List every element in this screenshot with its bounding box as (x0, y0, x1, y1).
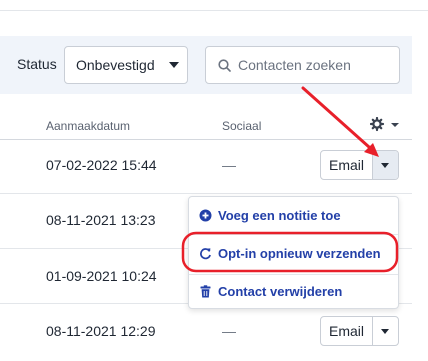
search-input[interactable] (238, 48, 393, 82)
menu-item-label: Voeg een notitie toe (218, 208, 341, 223)
row-1-date: 07-02-2022 15:44 (46, 157, 157, 173)
chevron-down-icon (169, 62, 179, 68)
menu-item-label: Opt-in opnieuw verzenden (218, 246, 381, 261)
refresh-icon (200, 248, 211, 260)
column-header-created[interactable]: Aanmaakdatum (46, 119, 130, 133)
status-select[interactable]: Onbevestigd (64, 46, 188, 84)
menu-divider (189, 274, 398, 275)
gear-icon (369, 116, 399, 132)
column-settings-button[interactable] (369, 116, 402, 133)
trash-icon (200, 285, 211, 298)
menu-divider (189, 234, 398, 235)
row-4-email-split-button: Email (320, 316, 399, 346)
menu-item-add-note[interactable]: Voeg een notitie toe (189, 202, 398, 230)
caret-down-icon (381, 329, 389, 334)
header-divider (0, 139, 412, 140)
row-3-date: 01-09-2021 10:24 (46, 268, 157, 284)
plus-circle-icon (199, 209, 212, 222)
search-box[interactable] (205, 46, 400, 84)
column-header-social[interactable]: Sociaal (222, 119, 261, 133)
status-select-value: Onbevestigd (76, 57, 155, 73)
menu-item-resend-optin[interactable]: Opt-in opnieuw verzenden (189, 240, 398, 268)
row-4-email-button[interactable]: Email (321, 317, 373, 345)
row-actions-menu: Voeg een notitie toe Opt-in opnieuw verz… (188, 196, 399, 309)
menu-item-delete-contact[interactable]: Contact verwijderen (189, 278, 398, 306)
search-icon (218, 59, 231, 72)
caret-down-icon (381, 163, 389, 168)
menu-item-label: Contact verwijderen (218, 284, 343, 299)
row-4-date: 08-11-2021 12:29 (46, 323, 156, 339)
row-4-actions-toggle[interactable] (373, 317, 398, 345)
row-2-date: 08-11-2021 13:23 (46, 212, 156, 228)
row-1-email-button[interactable]: Email (321, 151, 373, 179)
row-1-actions-toggle[interactable] (373, 151, 398, 179)
top-divider (0, 0, 428, 11)
row-1-social: — (222, 157, 236, 173)
row-4-social: — (222, 323, 236, 339)
status-label: Status (17, 56, 57, 72)
row-1-email-split-button: Email (320, 150, 399, 180)
row-divider (0, 193, 412, 194)
